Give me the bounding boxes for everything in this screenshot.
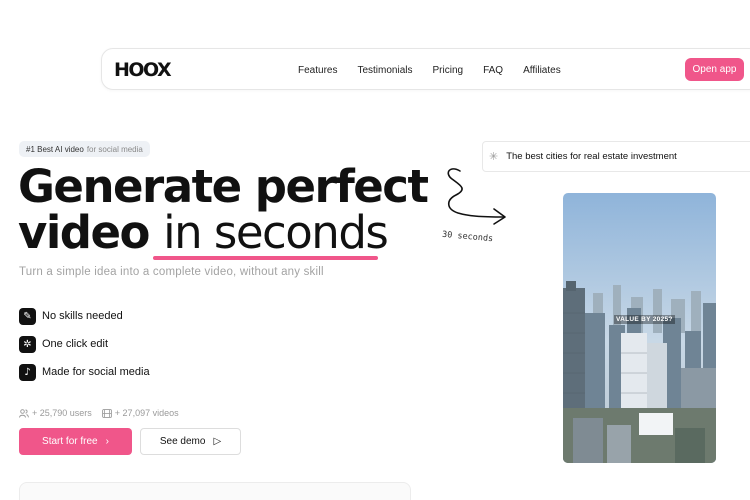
headline-underline bbox=[153, 256, 378, 260]
headline-line-1: Generate perfect bbox=[18, 160, 429, 213]
users-count: + 25,790 users bbox=[32, 408, 92, 418]
nav-links: Features Testimonials Pricing FAQ Affili… bbox=[298, 49, 561, 91]
badge-strong: #1 Best AI video bbox=[26, 144, 84, 154]
top-nav: HOOX Features Testimonials Pricing FAQ A… bbox=[101, 48, 750, 90]
video-caption: VALUE BY 2025? bbox=[614, 315, 675, 324]
hero-headline: Generate perfect video in seconds bbox=[18, 160, 429, 256]
chevron-right-icon: › bbox=[105, 436, 109, 447]
hand-drawn-arrow-icon bbox=[447, 168, 506, 225]
thirty-seconds-label: 30 seconds bbox=[441, 229, 494, 245]
nav-features[interactable]: Features bbox=[298, 65, 337, 76]
headline-line-2: video in seconds bbox=[18, 210, 427, 256]
video-preview[interactable] bbox=[563, 193, 716, 463]
prompt-box[interactable]: ✳ The best cities for real estate invest… bbox=[482, 141, 750, 172]
usage-stats: + 25,790 users + 27,097 videos bbox=[19, 408, 179, 418]
feature-item: ♪ Made for social media bbox=[19, 363, 150, 381]
users-icon bbox=[19, 408, 29, 418]
logo[interactable]: HOOX bbox=[114, 59, 172, 81]
badge-muted: for social media bbox=[86, 144, 143, 154]
feature-item: ✲ One click edit bbox=[19, 335, 108, 353]
nav-testimonials[interactable]: Testimonials bbox=[357, 65, 412, 76]
nav-pricing[interactable]: Pricing bbox=[433, 65, 464, 76]
hero-badge: #1 Best AI video for social media bbox=[19, 141, 150, 157]
nav-affiliates[interactable]: Affiliates bbox=[523, 65, 561, 76]
magic-click-icon: ✲ bbox=[19, 335, 36, 353]
demo-button-label: See demo bbox=[159, 436, 206, 447]
headline-bold: video bbox=[18, 206, 164, 259]
city-skyline-image bbox=[563, 193, 716, 463]
nav-faq[interactable]: FAQ bbox=[483, 65, 503, 76]
headline-light: in seconds bbox=[163, 206, 389, 259]
open-app-button[interactable]: Open app bbox=[685, 58, 744, 81]
feature-label: Made for social media bbox=[42, 366, 150, 378]
videos-count: + 27,097 videos bbox=[114, 408, 179, 418]
feature-label: No skills needed bbox=[42, 310, 123, 322]
play-icon: ▷ bbox=[213, 436, 222, 447]
film-icon bbox=[101, 408, 112, 418]
feature-item: ✎ No skills needed bbox=[19, 307, 123, 325]
start-button-label: Start for free bbox=[42, 436, 98, 447]
users-stat: + 25,790 users bbox=[19, 408, 92, 418]
sparkle-icon: ✳ bbox=[489, 150, 499, 163]
compass-icon: ✎ bbox=[19, 307, 36, 325]
prompt-text: The best cities for real estate investme… bbox=[506, 151, 677, 162]
start-for-free-button[interactable]: Start for free › bbox=[19, 428, 132, 455]
videos-stat: + 27,097 videos bbox=[101, 408, 179, 418]
bottom-card bbox=[19, 482, 411, 500]
tiktok-icon: ♪ bbox=[19, 363, 36, 381]
see-demo-button[interactable]: See demo ▷ bbox=[140, 428, 241, 455]
feature-label: One click edit bbox=[42, 338, 109, 350]
hero-subtitle: Turn a simple idea into a complete video… bbox=[19, 266, 324, 278]
